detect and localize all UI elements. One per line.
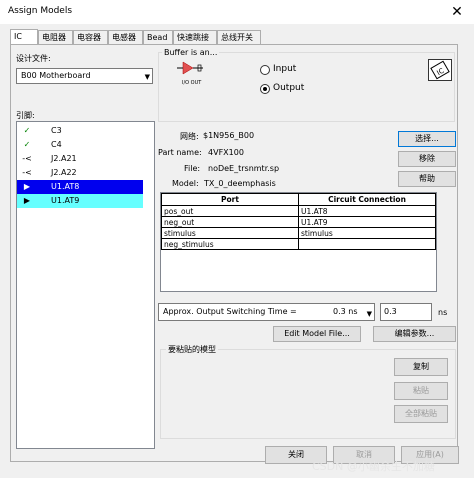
pin-name: C4	[51, 140, 62, 149]
list-item[interactable]: -< J2.A22	[17, 166, 143, 180]
part-name-value: 4VFX100	[208, 148, 244, 157]
input-pin-icon: -<	[22, 168, 32, 177]
design-file-label: 设计文件:	[16, 54, 51, 63]
pins-label: 引脚:	[16, 111, 35, 120]
pin-name: U1.AT9	[51, 196, 80, 205]
check-icon: ✓	[23, 140, 31, 149]
ic-chip-icon: IC	[428, 59, 452, 81]
copy-button[interactable]: 复制	[394, 358, 448, 376]
tab-jumper[interactable]: 快速跳接	[173, 30, 217, 45]
list-item[interactable]: ✓ C3	[17, 124, 143, 138]
buffer-symbol-text: I/O OUT	[182, 80, 202, 86]
list-item[interactable]: ✓ C4	[17, 138, 143, 152]
buffer-group-label: Buffer is an...	[162, 48, 220, 57]
model-label: Model:	[172, 179, 199, 188]
pin-name: C3	[51, 126, 62, 135]
pin-name: J2.A22	[51, 168, 77, 177]
switching-time-label: Approx. Output Switching Time =	[163, 307, 297, 316]
list-item[interactable]: -< J2.A21	[17, 152, 143, 166]
list-item-selected[interactable]: ▶ U1.AT8	[17, 180, 143, 194]
table-row[interactable]: neg_stimulus	[161, 238, 436, 250]
pin-name: J2.A21	[51, 154, 77, 163]
circuit-connection-header: Circuit Connection	[298, 193, 436, 206]
connection-cell[interactable]	[298, 238, 436, 250]
paste-all-button[interactable]: 全部粘贴	[394, 405, 448, 423]
port-table: Port Circuit Connection pos_out U1.AT8 n…	[161, 193, 436, 250]
port-header: Port	[161, 193, 299, 206]
paste-button[interactable]: 粘贴	[394, 382, 448, 400]
help-button[interactable]: 帮助	[398, 171, 456, 187]
close-window-button[interactable]: ✕	[445, 2, 469, 22]
table-row[interactable]: pos_out U1.AT8	[161, 205, 436, 217]
connection-cell[interactable]: stimulus	[298, 227, 436, 239]
check-icon: ✓	[23, 126, 31, 135]
tab-capacitor[interactable]: 电容器	[73, 30, 108, 45]
table-row[interactable]: stimulus stimulus	[161, 227, 436, 239]
file-label: File:	[184, 164, 201, 173]
pin-name: U1.AT8	[51, 182, 80, 191]
tab-ic[interactable]: IC	[10, 29, 38, 45]
model-value: TX_0_deemphasis	[204, 179, 276, 188]
switching-time-unit: ns	[438, 308, 448, 317]
table-row[interactable]: neg_out U1.AT9	[161, 216, 436, 228]
tab-resistor[interactable]: 电阻器	[38, 30, 73, 45]
output-radio[interactable]	[260, 84, 270, 94]
window-title: Assign Models	[8, 6, 73, 16]
net-label: 网络:	[180, 132, 199, 141]
chevron-down-icon: ▼	[366, 310, 372, 318]
input-radio-label: Input	[273, 64, 297, 74]
design-file-select[interactable]: B00 Motherboard ▼	[16, 68, 153, 84]
connection-cell[interactable]: U1.AT9	[298, 216, 436, 228]
output-pin-icon: ▶	[23, 196, 31, 205]
list-item-selected[interactable]: ▶ U1.AT9	[17, 194, 143, 208]
part-name-label: Part name:	[158, 148, 202, 157]
tab-bead[interactable]: Bead	[143, 30, 173, 45]
watermark-text: CSDN @小幽余生不加糖	[312, 460, 435, 473]
port-cell: neg_out	[161, 216, 299, 228]
design-file-value: B00 Motherboard	[21, 71, 91, 80]
switching-time-value: 0.3 ns	[333, 307, 358, 316]
paste-model-label: 要粘贴的模型	[166, 344, 218, 355]
output-radio-label: Output	[273, 83, 305, 93]
chevron-down-icon: ▼	[144, 73, 150, 81]
tab-bus-switch[interactable]: 总线开关	[217, 30, 261, 45]
input-radio[interactable]	[260, 65, 270, 75]
switching-time-select[interactable]: Approx. Output Switching Time = 0.3 ns ▼	[158, 303, 375, 321]
output-pin-icon: ▶	[23, 182, 31, 191]
net-value: $1N956_B00	[203, 131, 255, 140]
input-pin-icon: -<	[22, 154, 32, 163]
port-cell: neg_stimulus	[161, 238, 299, 250]
select-button[interactable]: 选择...	[398, 131, 456, 147]
edit-params-button[interactable]: 编辑参数...	[373, 326, 456, 342]
edit-model-file-button[interactable]: Edit Model File...	[273, 326, 361, 342]
file-value: noDeE_trsnmtr.sp	[208, 164, 280, 173]
switching-time-input[interactable]: 0.3	[380, 303, 432, 321]
port-table-container: Port Circuit Connection pos_out U1.AT8 n…	[160, 192, 437, 292]
remove-button[interactable]: 移除	[398, 151, 456, 167]
pins-list[interactable]: ✓ C3 ✓ C4 -< J2.A21 -< J2.A22 ▶ U1.AT8 ▶…	[16, 121, 155, 449]
tab-inductor[interactable]: 电感器	[108, 30, 143, 45]
port-cell: stimulus	[161, 227, 299, 239]
port-cell: pos_out	[161, 205, 299, 217]
connection-cell[interactable]: U1.AT8	[298, 205, 436, 217]
